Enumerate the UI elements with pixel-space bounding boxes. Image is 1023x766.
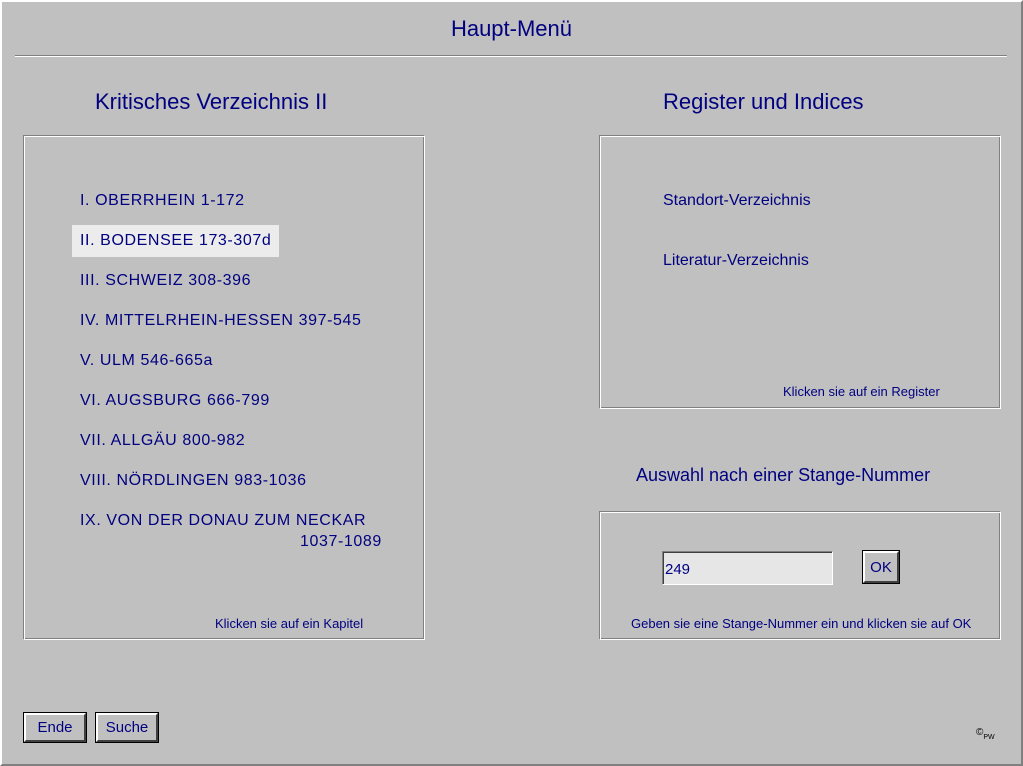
ende-button[interactable]: Ende [24, 713, 86, 742]
ok-button[interactable]: OK [863, 551, 899, 583]
register-item-standort[interactable]: Standort-Verzeichnis [663, 192, 811, 210]
register-heading: Register und Indices [663, 89, 864, 114]
chapter-item-schweiz[interactable]: III. SCHWEIZ 308-396 [72, 265, 259, 297]
suche-button[interactable]: Suche [96, 713, 158, 742]
number-hint: Geben sie eine Stange-Nummer ein und kli… [631, 616, 972, 631]
chapters-heading: Kritisches Verzeichnis II [95, 89, 328, 114]
number-heading: Auswahl nach einer Stange-Nummer [636, 465, 931, 485]
chapter-item-bodensee[interactable]: II. BODENSEE 173-307d [72, 225, 280, 257]
window-title: Haupt-Menü [450, 16, 573, 41]
chapter-item-augsburg[interactable]: VI. AUGSBURG 666-799 [72, 385, 278, 417]
chapter-item-ulm[interactable]: V. ULM 546-665a [72, 345, 221, 377]
chapter-item-mittelrhein-hessen[interactable]: IV. MITTELRHEIN-HESSEN 397-545 [72, 305, 370, 337]
chapter-item-donau-neckar-range[interactable]: 1037-1089 [300, 533, 382, 551]
chapter-item-allgaeu[interactable]: VII. ALLGÄU 800-982 [72, 425, 253, 457]
title-divider [15, 55, 1007, 57]
stange-number-input[interactable] [662, 551, 833, 585]
copyright-initials: PW [983, 734, 995, 741]
copyright-mark: ©PW [976, 727, 995, 741]
chapter-item-oberrhein[interactable]: I. OBERRHEIN 1-172 [72, 185, 253, 217]
register-hint: Klicken sie auf ein Register [783, 384, 940, 399]
chapters-hint: Klicken sie auf ein Kapitel [215, 616, 364, 631]
chapter-item-noerdlingen[interactable]: VIII. NÖRDLINGEN 983-1036 [72, 465, 315, 497]
register-item-literatur[interactable]: Literatur-Verzeichnis [663, 252, 809, 270]
register-panel [599, 135, 1001, 409]
